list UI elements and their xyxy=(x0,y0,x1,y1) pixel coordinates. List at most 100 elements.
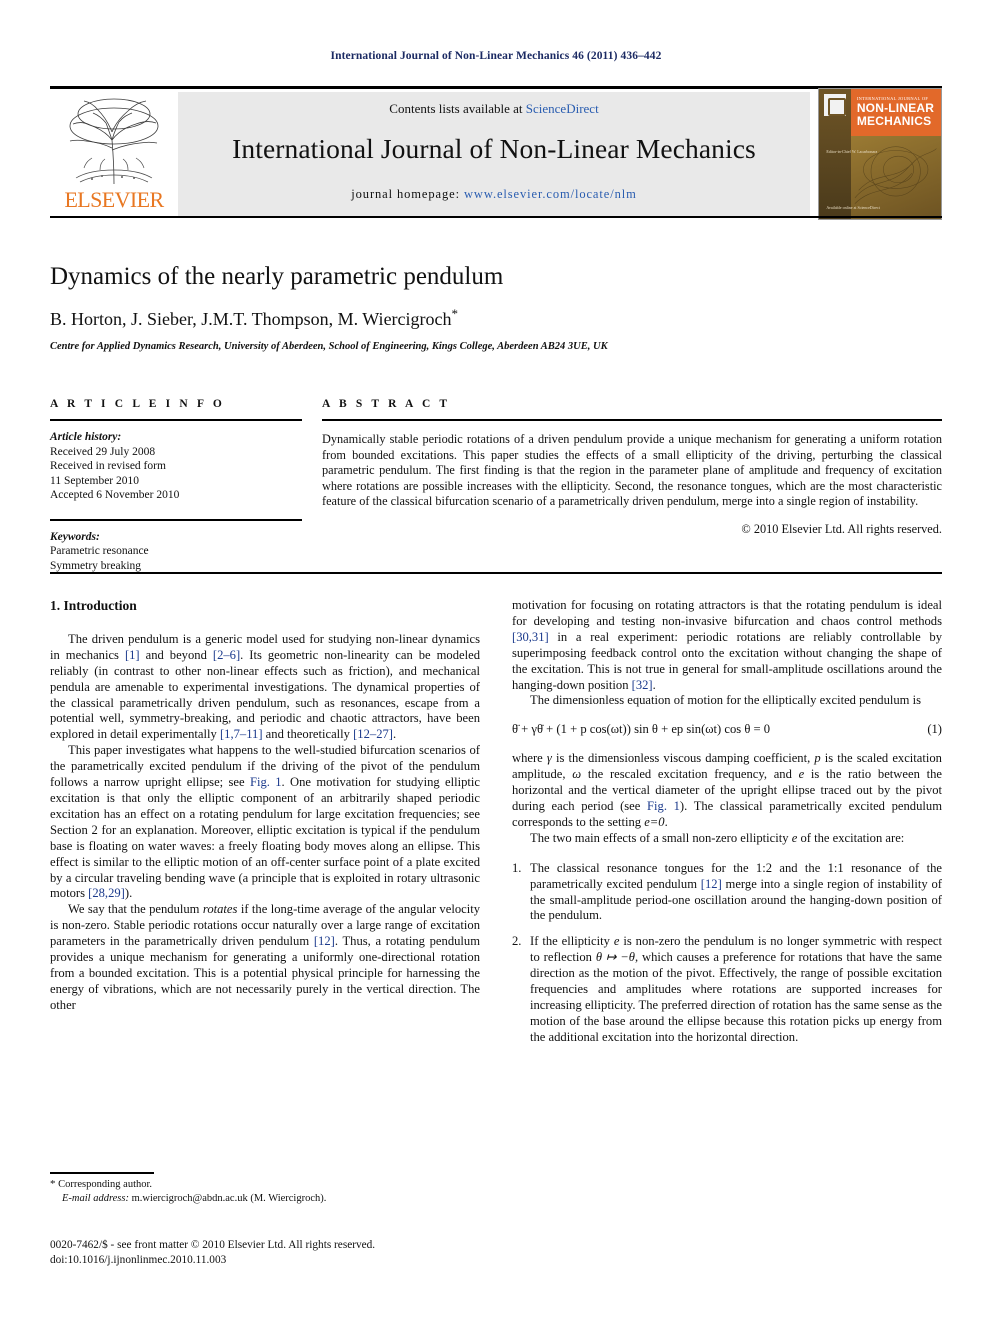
footnote-block: * Corresponding author. E-mail address: … xyxy=(50,1178,480,1205)
text-run: motivation for focusing on rotating attr… xyxy=(512,598,942,628)
article-history: Article history: Received 29 July 2008 R… xyxy=(50,430,302,503)
asterisk-icon: * xyxy=(50,1178,56,1190)
citation-link[interactable]: [12] xyxy=(314,934,335,948)
author-list: B. Horton, J. Sieber, J.M.T. Thompson, M… xyxy=(50,306,942,330)
elsevier-tree-icon xyxy=(56,92,172,188)
elsevier-logo: ELSEVIER xyxy=(50,92,178,216)
paragraph: motivation for focusing on rotating attr… xyxy=(512,598,942,693)
list-item-text: The classical resonance tongues for the … xyxy=(530,861,942,925)
keyword-item: Parametric resonance xyxy=(50,545,149,557)
imprint-block: 0020-7462/$ - see front matter © 2010 El… xyxy=(50,1238,520,1267)
text-run: The two main effects of a small non-zero… xyxy=(530,830,792,845)
citation-link[interactable]: [12–27] xyxy=(353,727,393,741)
cover-editor-note: Editor-in-Chief W. Lacarbonara xyxy=(826,148,878,154)
citation-link[interactable]: [28,29] xyxy=(88,886,125,900)
text-run: the rescaled excitation frequency, and xyxy=(581,767,799,782)
paper-page: International Journal of Non-Linear Mech… xyxy=(0,0,992,1323)
homepage-url-link[interactable]: www.elsevier.com/locate/nlm xyxy=(464,187,637,201)
cover-footer-note: Available online at ScienceDirect xyxy=(826,205,880,211)
emphasis: e=0 xyxy=(644,814,665,829)
cover-kicker: INTERNATIONAL JOURNAL OF xyxy=(856,95,929,101)
text-run: . One motivation for studying elliptic e… xyxy=(50,775,480,901)
elsevier-wordmark: ELSEVIER xyxy=(64,187,164,212)
keywords-block: Keywords: Parametric resonance Symmetry … xyxy=(50,530,302,574)
email-label: E-mail address: xyxy=(62,1192,129,1204)
text-run: in a real experiment: periodic rotations… xyxy=(512,629,942,692)
masthead-rule-top xyxy=(50,86,942,89)
text-run: of the excitation are: xyxy=(797,830,905,845)
numbered-effects-list: 1. The classical resonance tongues for t… xyxy=(512,861,942,1046)
masthead-rule-bottom xyxy=(50,216,942,218)
title-block: Dynamics of the nearly parametric pendul… xyxy=(50,262,942,352)
text-run: We say that the pendulum xyxy=(68,902,203,917)
emphasis: ω xyxy=(572,767,582,782)
email-line: E-mail address: m.wiercigroch@abdn.ac.uk… xyxy=(50,1192,480,1206)
citation-link[interactable]: [30,31] xyxy=(512,630,549,644)
page-title: Dynamics of the nearly parametric pendul… xyxy=(50,263,504,290)
journal-masthead: ELSEVIER Contents lists available at Sci… xyxy=(50,86,942,220)
author-names: B. Horton, J. Sieber, J.M.T. Thompson, M… xyxy=(50,309,452,329)
list-item: 2. If the ellipticity e is non-zero the … xyxy=(512,934,942,1045)
journal-homepage-line: journal homepage: www.elsevier.com/locat… xyxy=(351,187,636,202)
citation-link[interactable]: [2–6] xyxy=(213,648,240,662)
sciencedirect-link[interactable]: ScienceDirect xyxy=(526,101,599,116)
equation-1-number: (1) xyxy=(927,722,942,737)
emphasis: θ ↦ −θ xyxy=(595,950,635,965)
article-history-label: Article history: xyxy=(50,431,122,443)
text-run: . xyxy=(652,677,656,692)
keyword-item: Symmetry breaking xyxy=(50,559,142,572)
homepage-label: journal homepage: xyxy=(351,187,460,201)
article-info-heading: A R T I C L E I N F O xyxy=(50,398,225,410)
abstract-divider xyxy=(322,419,942,421)
cover-elsevier-badge xyxy=(824,94,846,116)
text-run: . xyxy=(664,814,668,829)
citation-link[interactable]: [1,7–11] xyxy=(220,727,263,741)
text-run: and theoretically xyxy=(262,727,354,742)
citation-link[interactable]: Fig. 1 xyxy=(250,775,282,789)
imprint-line-doi: doi:10.1016/j.ijnonlinmec.2010.11.003 xyxy=(50,1253,227,1266)
journal-cover-thumbnail: INTERNATIONAL JOURNAL OF NON-LINEAR MECH… xyxy=(818,88,942,220)
article-info-divider xyxy=(50,419,302,421)
equation-1: θ̈ + γθ̇ + (1 + p cos(ωt)) sin θ + ep si… xyxy=(512,722,942,738)
contents-prefix: Contents lists available at xyxy=(389,101,523,116)
body-column-left: 1. Introduction The driven pendulum is a… xyxy=(50,598,480,1014)
abstract-text: Dynamically stable periodic rotations of… xyxy=(322,432,942,509)
equation-1-expression: θ̈ + γθ̇ + (1 + p cos(ωt)) sin θ + ep si… xyxy=(512,722,771,737)
text-run: If the ellipticity xyxy=(530,934,614,949)
email-link[interactable]: m.wiercigroch@abdn.ac.uk (M. Wiercigroch… xyxy=(132,1193,327,1204)
keywords-divider xyxy=(50,518,302,521)
journal-title: International Journal of Non-Linear Mech… xyxy=(232,133,756,164)
text-run: and beyond xyxy=(139,647,213,662)
history-item: Accepted 6 November 2010 xyxy=(50,489,180,501)
running-head: International Journal of Non-Linear Mech… xyxy=(330,50,662,62)
contents-list-line: Contents lists available at ScienceDirec… xyxy=(389,101,598,117)
history-item: Received in revised form xyxy=(50,460,166,472)
keywords-label: Keywords: xyxy=(50,530,100,543)
abstract-heading: A B S T R A C T xyxy=(322,398,451,410)
text-run: , which causes a preference for rotation… xyxy=(530,950,942,1044)
abstract-bottom-rule xyxy=(50,572,942,574)
paragraph: We say that the pendulum rotates if the … xyxy=(50,902,480,1013)
article-info-column: A R T I C L E I N F O Article history: R… xyxy=(50,398,302,573)
text-run: where xyxy=(512,751,547,766)
list-item: 1. The classical resonance tongues for t… xyxy=(512,861,942,925)
citation-link[interactable]: [32] xyxy=(632,678,653,692)
abstract-copyright: © 2010 Elsevier Ltd. All rights reserved… xyxy=(741,521,942,536)
cover-title-line2: MECHANICS xyxy=(856,114,932,128)
text-run: . xyxy=(392,727,397,742)
citation-link[interactable]: Fig. 1 xyxy=(647,799,680,813)
abstract-column: A B S T R A C T Dynamically stable perio… xyxy=(322,398,942,537)
history-item: Received 29 July 2008 xyxy=(50,445,156,458)
paragraph: The dimensionless equation of motion for… xyxy=(512,693,942,709)
history-item: 11 September 2010 xyxy=(50,474,140,487)
section-heading-introduction: 1. Introduction xyxy=(50,598,137,613)
paragraph: This paper investigates what happens to … xyxy=(50,743,480,902)
citation-link[interactable]: [1] xyxy=(125,648,140,662)
paragraph: The driven pendulum is a generic model u… xyxy=(50,632,480,743)
cover-title: NON-LINEAR MECHANICS xyxy=(857,102,938,128)
citation-link[interactable]: [12] xyxy=(701,877,722,891)
list-item-number: 2. xyxy=(512,934,522,949)
footnote-rule xyxy=(50,1172,154,1174)
paragraph: The two main effects of a small non-zero… xyxy=(512,831,942,847)
text-run: is the dimensionless viscous damping coe… xyxy=(551,751,815,766)
